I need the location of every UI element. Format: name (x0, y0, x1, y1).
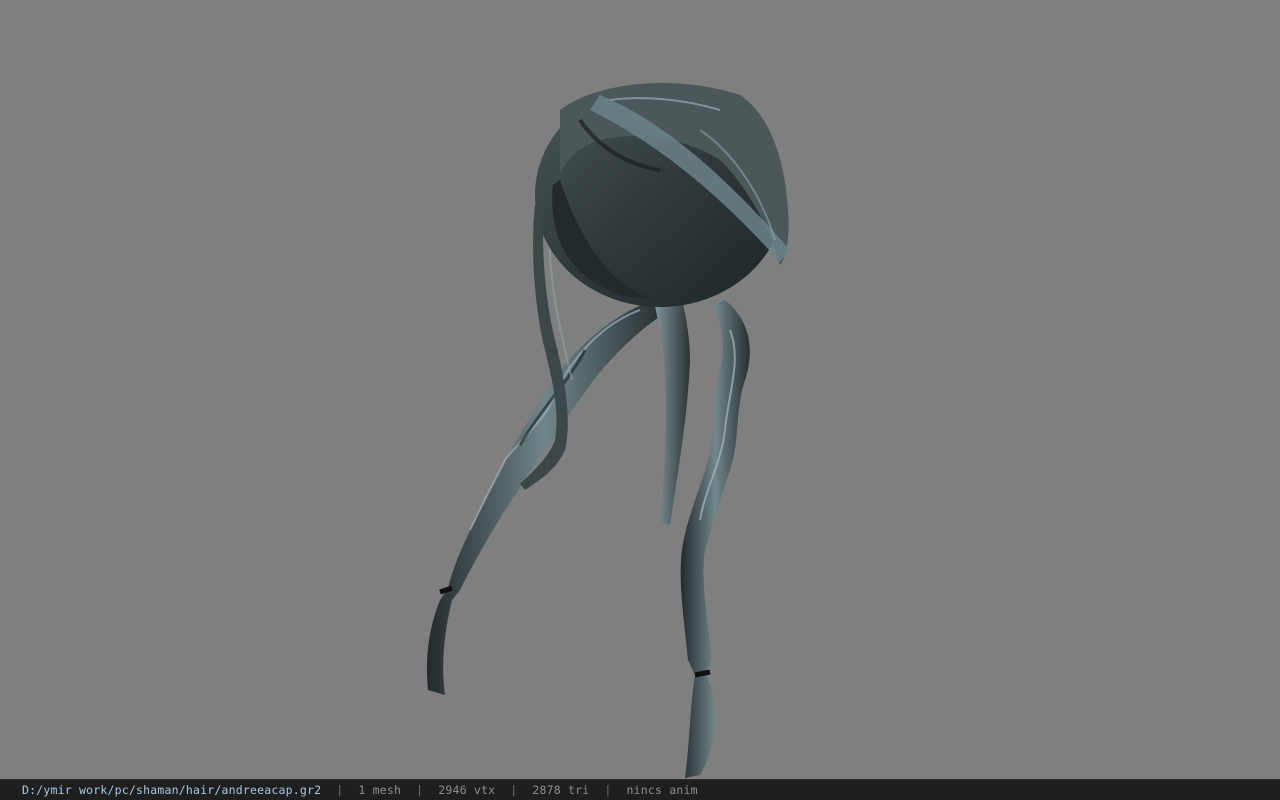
status-separator: | (510, 783, 518, 797)
hair-cap (535, 83, 790, 307)
hair-model-render[interactable] (0, 0, 1280, 779)
mesh-count: 1 mesh (358, 783, 402, 797)
status-bar: D:/ymir work/pc/shaman/hair/andreeacap.g… (0, 779, 1280, 800)
triangle-count: 2878 tri (532, 783, 590, 797)
left-braid (426, 300, 662, 695)
model-viewport[interactable] (0, 0, 1280, 779)
status-separator: | (604, 783, 612, 797)
right-braid (680, 300, 750, 778)
file-path: D:/ymir work/pc/shaman/hair/andreeacap.g… (22, 783, 322, 797)
status-separator: | (336, 783, 344, 797)
animation-status: nincs anim (626, 783, 698, 797)
vertex-count: 2946 vtx (438, 783, 496, 797)
status-separator: | (416, 783, 424, 797)
